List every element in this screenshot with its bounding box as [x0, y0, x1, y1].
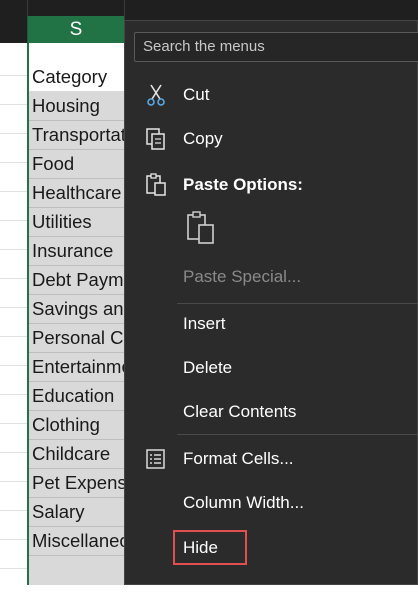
cell[interactable]: Savings and [32, 294, 124, 323]
gridline [0, 423, 27, 424]
gridline [0, 220, 27, 221]
menu-item-clear-contents[interactable]: Clear Contents [125, 392, 418, 432]
cell[interactable]: Clothing [32, 410, 124, 439]
paste-options-header: Paste Options: [125, 165, 418, 205]
cell-blank[interactable] [29, 43, 124, 62]
menu-item-label: Column Width... [183, 493, 304, 512]
menu-item-unhide[interactable]: Unhide [125, 572, 418, 612]
cell[interactable]: Pet Expenses [32, 468, 124, 497]
gridline [0, 568, 27, 569]
column-s-selected[interactable]: Category Housing Transportation Food Hea… [27, 43, 124, 585]
gridline [0, 336, 27, 337]
menu-item-hide[interactable]: Hide [125, 528, 418, 568]
menu-separator [177, 434, 418, 435]
copy-icon [143, 126, 169, 152]
menu-search-input[interactable]: Search the menus [134, 32, 418, 62]
menu-item-cut[interactable]: Cut [125, 75, 418, 115]
menu-item-column-width[interactable]: Column Width... [125, 483, 418, 523]
cell[interactable]: Healthcare [32, 178, 124, 207]
scissors-icon [143, 82, 169, 108]
cell[interactable]: Debt Payments [32, 265, 124, 294]
menu-item-insert[interactable]: Insert [125, 304, 418, 344]
gridline [0, 162, 27, 163]
gridline [0, 75, 27, 76]
gridline [0, 278, 27, 279]
column-s-header[interactable]: S [27, 16, 124, 43]
cell[interactable]: Utilities [32, 207, 124, 236]
menu-item-label: Cut [183, 85, 210, 104]
menu-item-label: Unhide [183, 582, 237, 601]
menu-item-format-cells[interactable]: Format Cells... [125, 439, 418, 479]
cell-border [29, 555, 124, 556]
hide-highlight-box [173, 530, 247, 565]
clipboard-paste-icon [183, 209, 219, 250]
cell[interactable]: Food [32, 149, 124, 178]
menu-item-copy[interactable]: Copy [125, 119, 418, 159]
gridline [0, 191, 27, 192]
cell[interactable]: Childcare [32, 439, 124, 468]
format-cells-icon [143, 446, 169, 472]
menu-item-delete[interactable]: Delete [125, 348, 418, 388]
menu-item-label: Copy [183, 129, 223, 148]
context-menu: Search the menus Cut Copy Paste Options:… [124, 20, 418, 601]
gridline [0, 394, 27, 395]
cell[interactable]: Miscellaneous [32, 526, 124, 555]
gridline [0, 307, 27, 308]
paste-button[interactable] [183, 209, 219, 245]
menu-item-label: Delete [183, 358, 233, 377]
gridline [0, 365, 27, 366]
cell[interactable]: Education [32, 381, 124, 410]
menu-item-label: Clear Contents [183, 402, 297, 421]
menu-item-paste-special[interactable]: Paste Special... [125, 257, 418, 297]
gridline [0, 249, 27, 250]
cell[interactable]: Personal Care [32, 323, 124, 352]
menu-item-label: Paste Options: [183, 175, 303, 194]
cell[interactable]: Insurance [32, 236, 124, 265]
menu-item-label: Insert [183, 314, 226, 333]
clipboard-icon [143, 172, 169, 198]
column-s-label: S [69, 18, 83, 40]
gridline [0, 481, 27, 482]
cell[interactable]: Entertainment [32, 352, 124, 381]
column-r-cells[interactable] [0, 43, 27, 585]
cell[interactable]: Salary [32, 497, 124, 526]
menu-search-placeholder: Search the menus [143, 38, 265, 55]
gridline [0, 452, 27, 453]
gridline [0, 104, 27, 105]
menu-item-label: Format Cells... [183, 449, 294, 468]
cell[interactable]: Transportation [32, 120, 124, 149]
gridline [0, 539, 27, 540]
menu-item-label: Paste Special... [183, 267, 302, 286]
gridline [0, 510, 27, 511]
gridline [0, 133, 27, 134]
cell-category[interactable]: Category [29, 62, 124, 91]
cell[interactable]: Housing [32, 91, 124, 120]
